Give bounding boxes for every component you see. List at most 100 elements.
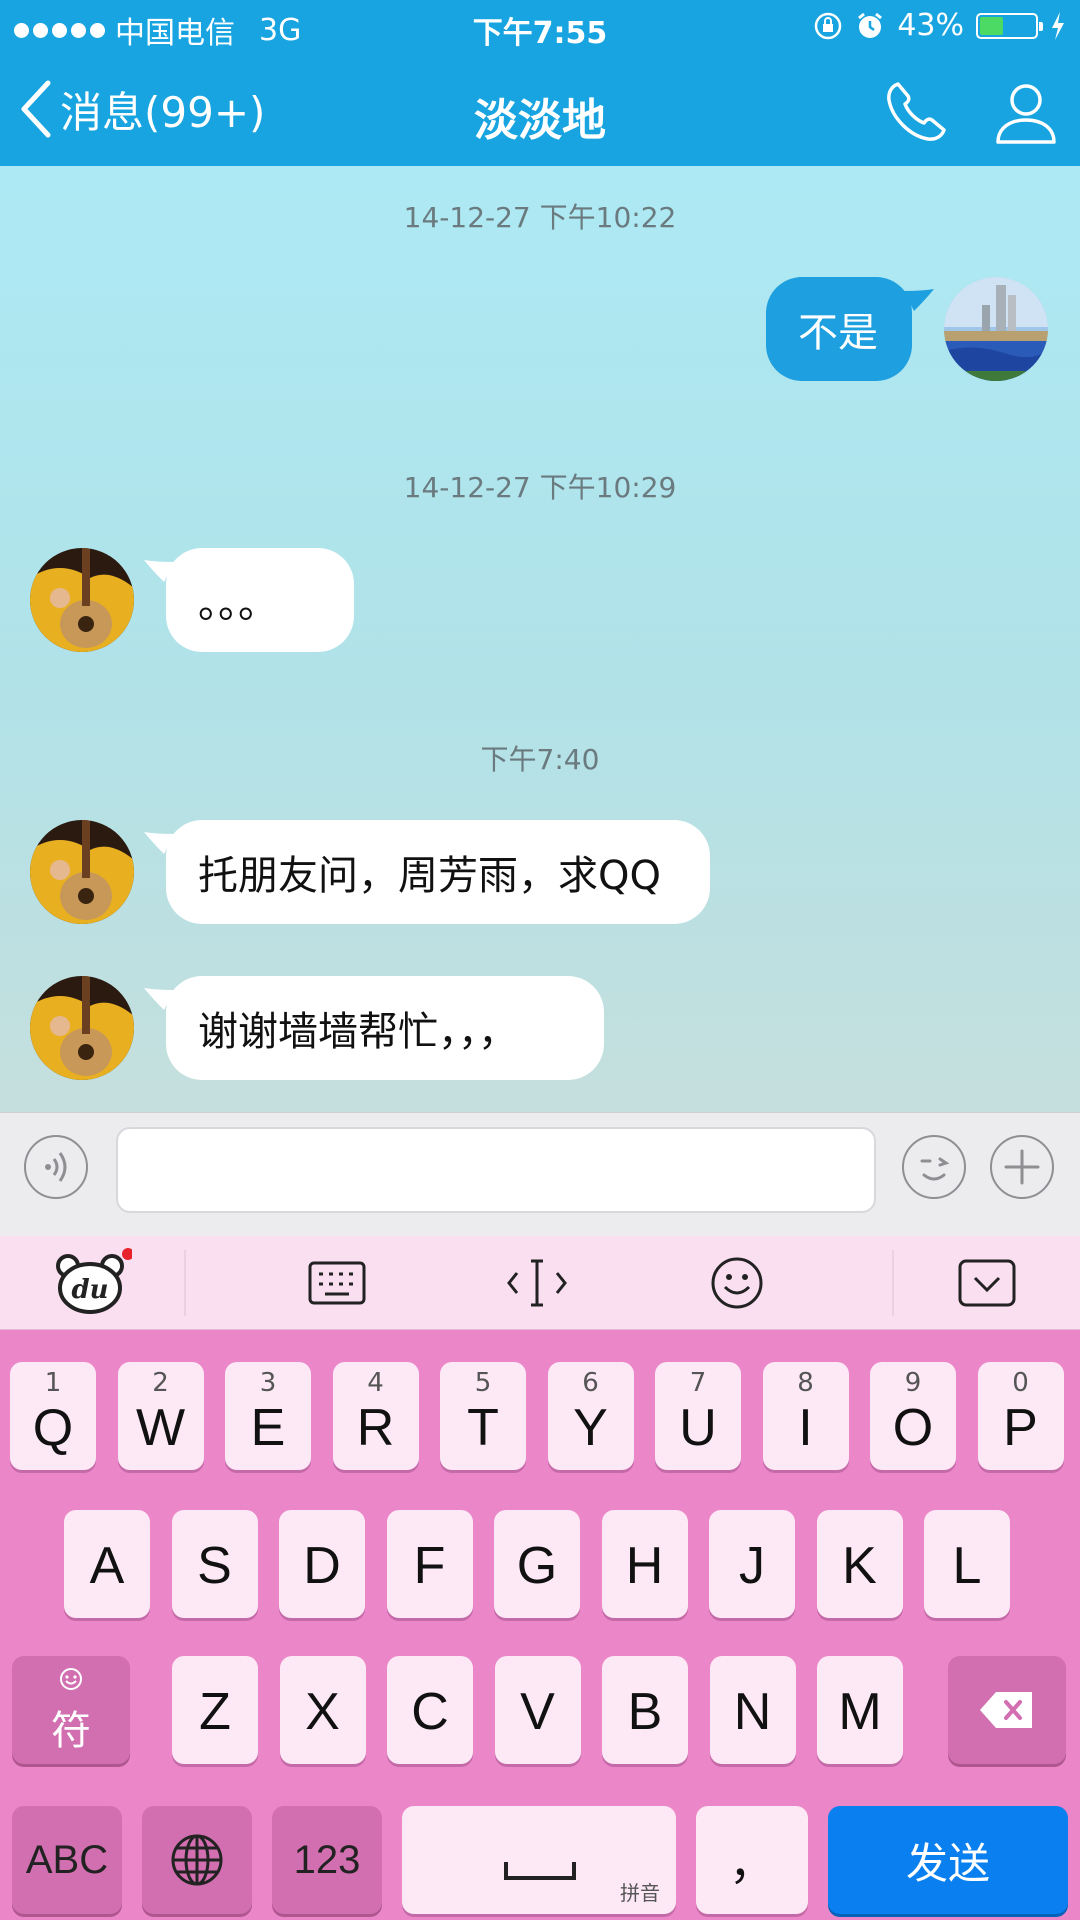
key-letter: U [679, 1399, 717, 1457]
key-k[interactable]: K [816, 1510, 903, 1618]
profile-button[interactable] [990, 76, 1062, 148]
key-letter: Q [32, 1399, 74, 1457]
key-number: 2 [152, 1368, 169, 1398]
message-text: 托朋友问，周芳雨，求QQ [198, 853, 661, 899]
message-bubble-incoming[interactable]: 托朋友问，周芳雨，求QQ [144, 820, 710, 924]
cursor-icon [507, 1259, 567, 1307]
symbol-key-label: 符 [51, 1709, 91, 1753]
bubble-tail [904, 289, 934, 311]
emoji-button[interactable] [902, 1135, 966, 1199]
key-letter: M [838, 1683, 882, 1741]
key-letter: N [733, 1683, 772, 1741]
key-a[interactable]: A [64, 1510, 150, 1618]
comma-key[interactable]: ， [696, 1806, 808, 1914]
keyboard: 符 ABC 123 拼音 ， 发送 1Q2W3E4R5T6Y7U8I9O0PAS… [0, 1330, 1080, 1920]
key-e[interactable]: 3E [225, 1362, 311, 1470]
wink-face-icon [920, 1157, 950, 1181]
message-bubble-outgoing[interactable]: 不是 [766, 277, 934, 381]
abc-key-label: ABC [25, 1837, 109, 1882]
message-bubble-incoming[interactable]: 谢谢墙墙帮忙，，， [144, 976, 604, 1080]
rotation-lock-icon [815, 12, 842, 39]
message-timestamp: 下午7:40 [480, 743, 600, 776]
back-button[interactable]: 消息(99+) [18, 74, 265, 144]
send-key-label: 发送 [905, 1839, 990, 1887]
space-icon [504, 1862, 576, 1880]
key-i[interactable]: 8I [762, 1362, 849, 1470]
chat-area[interactable]: 14-12-27 下午10:22 不是 14-12-27 下午10:29 。。。… [0, 166, 1080, 1112]
key-number: 4 [367, 1368, 384, 1398]
abc-key[interactable]: ABC [12, 1806, 122, 1914]
contact-avatar[interactable] [30, 820, 134, 924]
contact-avatar[interactable] [30, 976, 134, 1080]
my-avatar[interactable] [944, 277, 1048, 381]
key-letter: C [411, 1683, 449, 1741]
key-letter: E [250, 1399, 286, 1457]
keyboard-switch-button[interactable] [290, 1236, 384, 1330]
cursor-button[interactable] [490, 1236, 584, 1330]
hide-keyboard-button[interactable] [940, 1236, 1034, 1330]
back-label: 消息(99+) [60, 87, 266, 137]
battery-percent: 43% [897, 8, 964, 43]
backspace-key[interactable] [948, 1656, 1066, 1764]
space-key[interactable]: 拼音 [402, 1806, 676, 1914]
key-h[interactable]: H [601, 1510, 688, 1618]
globe-icon [171, 1834, 223, 1886]
key-l[interactable]: L [924, 1510, 1010, 1618]
contact-avatar[interactable] [30, 548, 134, 652]
key-o[interactable]: 9O [870, 1362, 956, 1470]
bubble-tail [144, 988, 174, 1010]
key-v[interactable]: V [494, 1656, 581, 1764]
symbol-key[interactable]: 符 [12, 1656, 130, 1764]
key-letter: L [952, 1537, 982, 1595]
send-key[interactable]: 发送 [828, 1806, 1068, 1914]
message-text: 。。。 [198, 581, 278, 627]
keyboard-icon [308, 1261, 366, 1305]
message-text: 不是 [798, 310, 878, 356]
key-letter: O [892, 1399, 934, 1457]
key-number: 7 [689, 1368, 707, 1398]
key-p[interactable]: 0P [977, 1362, 1064, 1470]
key-letter: A [89, 1537, 125, 1595]
key-b[interactable]: B [602, 1656, 688, 1764]
nav-bar: 消息(99+) 淡淡地 [0, 54, 1080, 166]
key-letter: T [467, 1399, 499, 1457]
key-number: 9 [904, 1368, 922, 1398]
key-letter: P [1003, 1399, 1038, 1457]
key-x[interactable]: X [279, 1656, 366, 1764]
key-r[interactable]: 4R [332, 1362, 419, 1470]
key-letter: Z [199, 1683, 231, 1741]
emoji-panel-button[interactable] [690, 1236, 784, 1330]
key-letter: F [413, 1537, 446, 1595]
message-bubble-incoming[interactable]: 。。。 [144, 548, 354, 652]
key-n[interactable]: N [709, 1656, 796, 1764]
key-m[interactable]: M [817, 1656, 903, 1764]
key-number: 6 [582, 1368, 599, 1398]
message-input[interactable] [116, 1127, 876, 1213]
du-bear-button[interactable]: du [40, 1236, 144, 1330]
person-icon [996, 84, 1056, 144]
key-q[interactable]: 1Q [10, 1362, 96, 1470]
bubble-tail [144, 832, 174, 854]
battery-icon [976, 12, 1043, 39]
voice-button[interactable] [24, 1135, 88, 1199]
call-button[interactable] [880, 76, 952, 148]
key-s[interactable]: S [171, 1510, 258, 1618]
key-y[interactable]: 6Y [547, 1362, 634, 1470]
key-f[interactable]: F [386, 1510, 473, 1618]
key-w[interactable]: 2W [117, 1362, 204, 1470]
smiley-icon [60, 1668, 82, 1690]
key-d[interactable]: D [279, 1510, 365, 1618]
key-z[interactable]: Z [172, 1656, 258, 1764]
key-c[interactable]: C [387, 1656, 473, 1764]
key-letter: R [356, 1399, 395, 1457]
language-key[interactable] [142, 1806, 252, 1914]
key-t[interactable]: 5T [440, 1362, 526, 1470]
bubble-tail [144, 560, 174, 582]
key-u[interactable]: 7U [655, 1362, 741, 1470]
key-j[interactable]: J [709, 1510, 795, 1618]
key-number: 1 [44, 1368, 62, 1398]
number-key[interactable]: 123 [272, 1806, 382, 1914]
key-g[interactable]: G [494, 1510, 580, 1618]
voice-icon [45, 1152, 67, 1182]
more-button[interactable] [990, 1135, 1054, 1199]
